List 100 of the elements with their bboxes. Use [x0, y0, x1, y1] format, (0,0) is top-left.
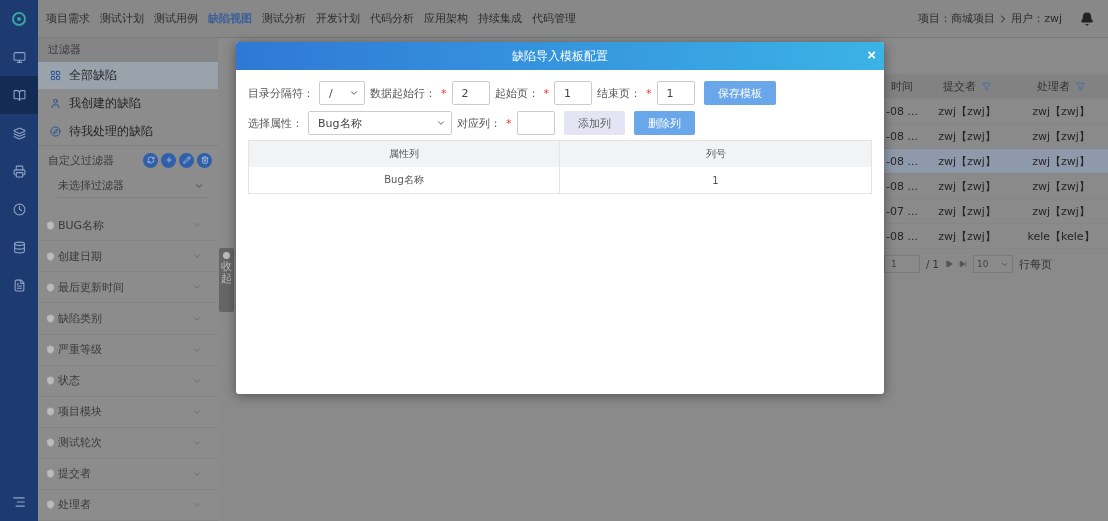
- refresh-icon: [146, 156, 155, 165]
- collapse-tab[interactable]: 收起: [219, 248, 234, 312]
- filter-item[interactable]: 全部缺陷: [38, 61, 218, 90]
- filter-field[interactable]: 缺陷类别: [38, 303, 218, 335]
- table-cell: zwj【zwj】: [1032, 103, 1090, 119]
- page-input[interactable]: 1: [884, 255, 920, 273]
- database-icon: [12, 240, 26, 254]
- table-cell: kele【kele】: [1027, 228, 1095, 244]
- dot-icon: [223, 252, 230, 259]
- rail-button[interactable]: [0, 76, 38, 114]
- filter-field[interactable]: 最后更新时间: [38, 272, 218, 304]
- required-mark: *: [441, 86, 447, 100]
- table-cell: zwj【zwj】: [1032, 153, 1090, 169]
- nav-tab[interactable]: 持续集成: [478, 11, 522, 26]
- last-icon[interactable]: [958, 260, 967, 268]
- close-button[interactable]: ×: [867, 47, 876, 62]
- custom-filter-label: 自定义过滤器: [48, 152, 114, 168]
- pencil-icon: [182, 156, 191, 165]
- input-field[interactable]: 2: [451, 81, 490, 105]
- column-header: 时间: [890, 78, 914, 94]
- filter-field[interactable]: 创建日期: [38, 241, 218, 273]
- filter-field[interactable]: BUG名称: [38, 210, 218, 242]
- shield-icon: [46, 282, 55, 292]
- printer-icon: [12, 164, 26, 178]
- table-cell: zwj【zwj】: [938, 103, 996, 119]
- table-cell: -08 ...: [886, 179, 918, 193]
- round-icon-button[interactable]: [161, 152, 176, 168]
- filter-field[interactable]: 处理者: [38, 489, 218, 521]
- dialog-title: 缺陷导入模板配置: [512, 47, 608, 65]
- nav-tab[interactable]: 项目需求: [46, 11, 90, 26]
- compass-icon: [50, 125, 61, 137]
- next-icon[interactable]: [944, 260, 953, 268]
- dialog-button[interactable]: 删除列: [633, 111, 695, 135]
- shield-icon: [46, 469, 55, 479]
- nav-tab[interactable]: 代码分析: [370, 11, 414, 26]
- table-cell: Bug名称: [249, 167, 560, 193]
- input-field[interactable]: [516, 111, 555, 135]
- field-label: 起始页：: [494, 85, 539, 101]
- chevron-down-icon: [349, 88, 359, 98]
- nav-tab[interactable]: 应用架构: [424, 11, 468, 26]
- page-total: / 1: [926, 258, 939, 270]
- nav-tab[interactable]: 测试计划: [100, 11, 144, 26]
- round-icon-button[interactable]: [143, 152, 158, 168]
- shield-icon: [46, 314, 55, 323]
- book-icon: [12, 88, 26, 102]
- page-size-select[interactable]: 10: [972, 255, 1013, 273]
- shield-icon: [46, 220, 55, 230]
- select-field[interactable]: /: [319, 81, 365, 105]
- shield-icon: [46, 251, 55, 261]
- dialog-button[interactable]: 添加列: [563, 111, 625, 135]
- trash-icon: [200, 156, 209, 165]
- field-label: 选择属性：: [248, 115, 303, 131]
- nav-tab[interactable]: 开发计划: [316, 11, 360, 26]
- required-mark: *: [543, 86, 549, 100]
- document-icon: [12, 278, 26, 292]
- field-label: 目录分隔符：: [248, 85, 314, 101]
- field-label: 对应列：: [457, 115, 501, 131]
- filter-field[interactable]: 状态: [38, 365, 218, 397]
- filter-field[interactable]: 严重等级: [38, 334, 218, 366]
- plus-icon: [164, 156, 173, 165]
- filter-field[interactable]: 项目模块: [38, 396, 218, 428]
- shield-icon: [46, 345, 55, 355]
- table-cell: -07 ...: [886, 204, 918, 218]
- table-cell: -08 ...: [886, 104, 918, 118]
- select-field[interactable]: Bug名称: [308, 111, 452, 135]
- required-mark: *: [506, 116, 512, 130]
- input-field[interactable]: 1: [554, 81, 592, 105]
- nav-tab[interactable]: 测试分析: [262, 11, 306, 26]
- input-field[interactable]: 1: [656, 81, 695, 105]
- round-icon-button[interactable]: [179, 152, 194, 168]
- shield-icon: [46, 438, 55, 448]
- filter-field[interactable]: 提交者: [38, 458, 218, 490]
- field-label: 数据起始行：: [370, 85, 436, 101]
- column-header: 列号: [704, 147, 727, 161]
- table-cell: zwj【zwj】: [938, 153, 996, 169]
- grid-icon: [50, 70, 61, 82]
- nav-tab[interactable]: 代码管理: [532, 11, 576, 26]
- filter-item[interactable]: 待我处理的缺陷: [38, 117, 218, 145]
- bell-icon[interactable]: [1080, 11, 1094, 26]
- table-cell: zwj【zwj】: [1032, 203, 1090, 219]
- clock-icon: [12, 202, 26, 216]
- project-label: 项目：商城项目: [918, 11, 996, 26]
- menu-icon[interactable]: [12, 495, 26, 509]
- column-header: 提交者: [920, 78, 1014, 94]
- filter-select[interactable]: 未选择过滤器: [58, 174, 210, 199]
- shield-icon: [46, 376, 55, 386]
- monitor-icon: [12, 50, 26, 64]
- filter-item[interactable]: 我创建的缺陷: [38, 89, 218, 118]
- table-cell-text: 1: [711, 173, 720, 188]
- table-cell: zwj【zwj】: [938, 203, 996, 219]
- filter-field[interactable]: 测试轮次: [38, 427, 218, 459]
- dialog-button[interactable]: 保存模板: [703, 81, 776, 105]
- shield-icon: [46, 500, 55, 510]
- nav-tab[interactable]: 测试用例: [154, 11, 198, 26]
- column-header: 处理者: [1014, 78, 1108, 94]
- table-cell: zwj【zwj】: [1032, 128, 1090, 144]
- table-cell: zwj【zwj】: [938, 128, 996, 144]
- round-icon-button[interactable]: [197, 152, 212, 168]
- layers-icon: [12, 126, 26, 140]
- required-mark: *: [646, 86, 652, 100]
